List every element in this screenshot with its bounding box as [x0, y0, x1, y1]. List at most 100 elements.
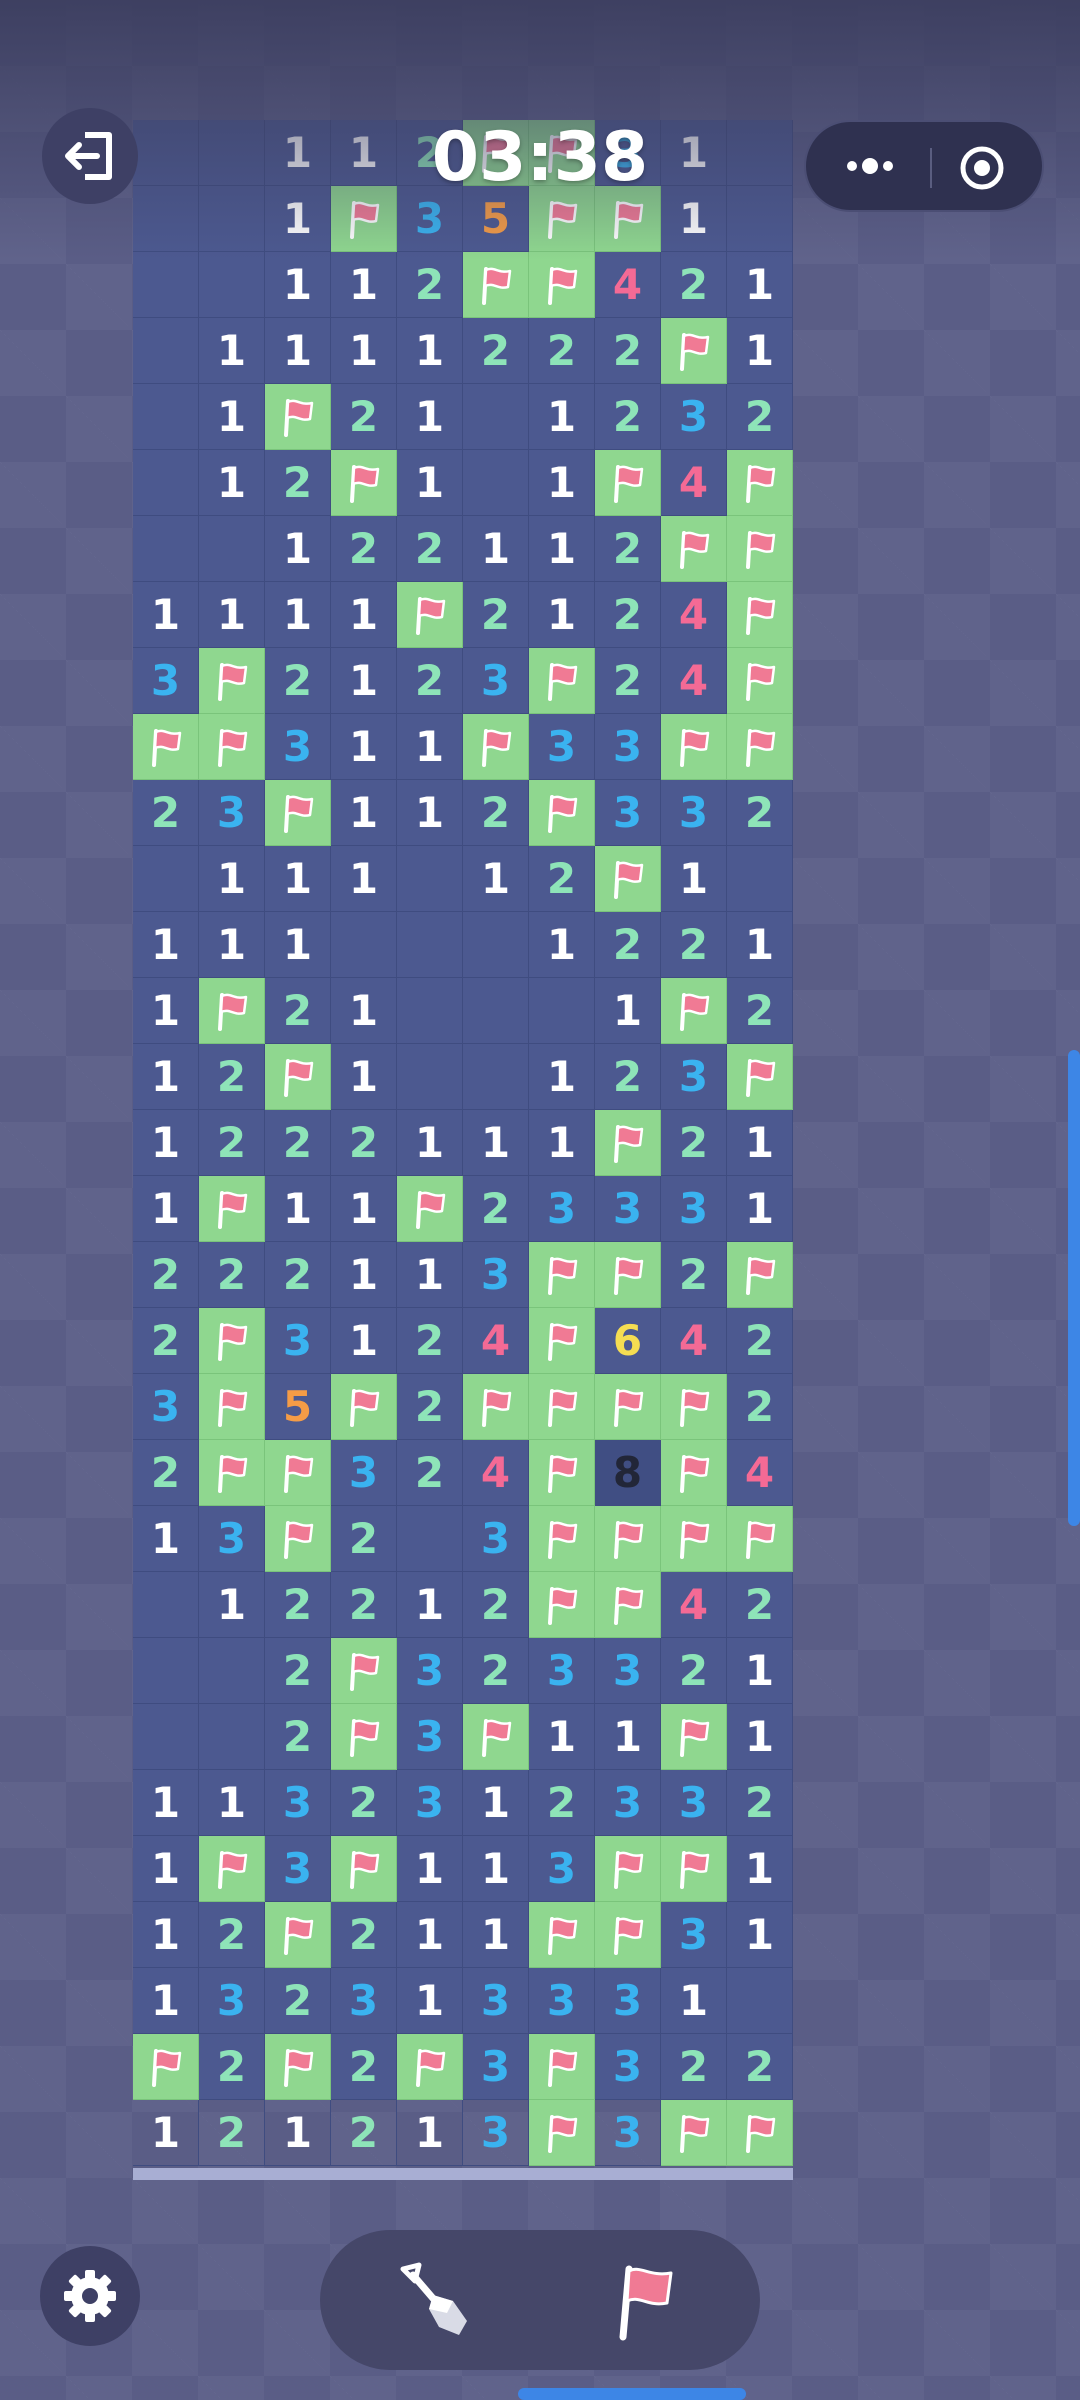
- number-cell[interactable]: 1: [727, 252, 793, 318]
- number-cell[interactable]: 2: [331, 1572, 397, 1638]
- number-cell[interactable]: 2: [661, 1638, 727, 1704]
- number-cell[interactable]: 1: [133, 1176, 199, 1242]
- number-cell[interactable]: 1: [331, 846, 397, 912]
- revealed-empty-cell[interactable]: [133, 1704, 199, 1770]
- revealed-empty-cell[interactable]: [397, 1506, 463, 1572]
- number-cell[interactable]: 1: [397, 714, 463, 780]
- number-cell[interactable]: 3: [661, 1044, 727, 1110]
- number-cell[interactable]: 1: [265, 2100, 331, 2166]
- number-cell[interactable]: 1: [265, 912, 331, 978]
- number-cell[interactable]: 1: [529, 384, 595, 450]
- flagged-cell[interactable]: [397, 2034, 463, 2100]
- flagged-cell[interactable]: [661, 1704, 727, 1770]
- flagged-cell[interactable]: [199, 1374, 265, 1440]
- number-cell[interactable]: 3: [265, 1770, 331, 1836]
- number-cell[interactable]: 3: [595, 2034, 661, 2100]
- flagged-cell[interactable]: [397, 1176, 463, 1242]
- number-cell[interactable]: 1: [331, 648, 397, 714]
- number-cell[interactable]: 1: [331, 252, 397, 318]
- number-cell[interactable]: 1: [133, 1110, 199, 1176]
- number-cell[interactable]: 2: [265, 1704, 331, 1770]
- revealed-empty-cell[interactable]: [199, 1638, 265, 1704]
- number-cell[interactable]: 2: [397, 1308, 463, 1374]
- flagged-cell[interactable]: [727, 2100, 793, 2166]
- number-cell[interactable]: 3: [595, 1638, 661, 1704]
- revealed-empty-cell[interactable]: [133, 516, 199, 582]
- number-cell[interactable]: 1: [133, 582, 199, 648]
- revealed-empty-cell[interactable]: [397, 846, 463, 912]
- revealed-empty-cell[interactable]: [199, 1704, 265, 1770]
- number-cell[interactable]: 1: [397, 780, 463, 846]
- flagged-cell[interactable]: [595, 846, 661, 912]
- number-cell[interactable]: 1: [529, 1044, 595, 1110]
- number-cell[interactable]: 2: [265, 1110, 331, 1176]
- number-cell[interactable]: 2: [265, 978, 331, 1044]
- number-cell[interactable]: 2: [133, 1308, 199, 1374]
- number-cell[interactable]: 1: [463, 1836, 529, 1902]
- number-cell[interactable]: 1: [133, 1836, 199, 1902]
- flagged-cell[interactable]: [199, 1176, 265, 1242]
- number-cell[interactable]: 1: [133, 1770, 199, 1836]
- number-cell[interactable]: 1: [529, 450, 595, 516]
- number-cell[interactable]: 1: [265, 1176, 331, 1242]
- flagged-cell[interactable]: [727, 582, 793, 648]
- number-cell[interactable]: 3: [595, 1968, 661, 2034]
- number-cell[interactable]: 2: [463, 582, 529, 648]
- number-cell[interactable]: 4: [661, 582, 727, 648]
- number-cell[interactable]: 2: [199, 1044, 265, 1110]
- number-cell[interactable]: 1: [397, 1242, 463, 1308]
- number-cell[interactable]: 3: [595, 1770, 661, 1836]
- revealed-empty-cell[interactable]: [133, 318, 199, 384]
- number-cell[interactable]: 2: [463, 1638, 529, 1704]
- revealed-empty-cell[interactable]: [133, 450, 199, 516]
- number-cell[interactable]: 2: [265, 1968, 331, 2034]
- number-cell[interactable]: 3: [595, 1176, 661, 1242]
- number-cell[interactable]: 2: [661, 2034, 727, 2100]
- revealed-empty-cell[interactable]: [133, 252, 199, 318]
- flagged-cell[interactable]: [661, 1440, 727, 1506]
- number-cell[interactable]: 3: [133, 648, 199, 714]
- flagged-cell[interactable]: [595, 1242, 661, 1308]
- number-cell[interactable]: 2: [661, 1110, 727, 1176]
- flagged-cell[interactable]: [529, 1572, 595, 1638]
- flagged-cell[interactable]: [529, 1374, 595, 1440]
- number-cell[interactable]: 6: [595, 1308, 661, 1374]
- number-cell[interactable]: 4: [463, 1440, 529, 1506]
- number-cell[interactable]: 1: [727, 1638, 793, 1704]
- number-cell[interactable]: 1: [529, 1110, 595, 1176]
- flagged-cell[interactable]: [331, 450, 397, 516]
- flagged-cell[interactable]: [595, 1836, 661, 1902]
- number-cell[interactable]: 1: [727, 1902, 793, 1968]
- flagged-cell[interactable]: [265, 384, 331, 450]
- number-cell[interactable]: 1: [529, 1704, 595, 1770]
- number-cell[interactable]: 3: [199, 1968, 265, 2034]
- number-cell[interactable]: 1: [463, 1770, 529, 1836]
- number-cell[interactable]: 4: [661, 1572, 727, 1638]
- number-cell[interactable]: 3: [265, 1836, 331, 1902]
- number-cell[interactable]: 2: [199, 1110, 265, 1176]
- flagged-cell[interactable]: [529, 1506, 595, 1572]
- number-cell[interactable]: 3: [133, 1374, 199, 1440]
- number-cell[interactable]: 3: [529, 1638, 595, 1704]
- number-cell[interactable]: 1: [397, 318, 463, 384]
- number-cell[interactable]: 1: [661, 846, 727, 912]
- number-cell[interactable]: 3: [463, 1242, 529, 1308]
- flagged-cell[interactable]: [661, 516, 727, 582]
- flagged-cell[interactable]: [463, 714, 529, 780]
- number-cell[interactable]: 3: [529, 1836, 595, 1902]
- number-cell[interactable]: 3: [397, 1704, 463, 1770]
- number-cell[interactable]: 1: [133, 912, 199, 978]
- flagged-cell[interactable]: [595, 1572, 661, 1638]
- number-cell[interactable]: 2: [199, 2100, 265, 2166]
- revealed-empty-cell[interactable]: [199, 252, 265, 318]
- number-cell[interactable]: 1: [265, 252, 331, 318]
- flagged-cell[interactable]: [529, 780, 595, 846]
- number-cell[interactable]: 4: [661, 1308, 727, 1374]
- number-cell[interactable]: 1: [331, 1242, 397, 1308]
- number-cell[interactable]: 2: [397, 648, 463, 714]
- number-cell[interactable]: 2: [463, 1572, 529, 1638]
- flagged-cell[interactable]: [397, 582, 463, 648]
- number-cell[interactable]: 2: [331, 1770, 397, 1836]
- number-cell[interactable]: 5: [265, 1374, 331, 1440]
- flagged-cell[interactable]: [661, 1374, 727, 1440]
